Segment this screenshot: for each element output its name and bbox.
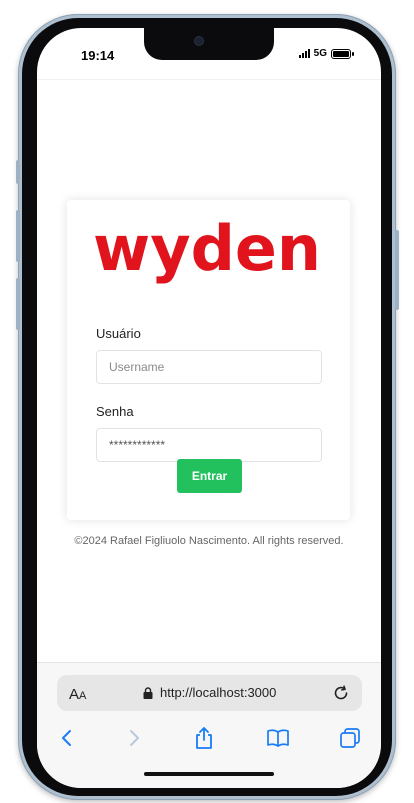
copyright-text: ©2024 Rafael Figliuolo Nascimento. All r… xyxy=(74,535,344,547)
phone-screen: 19:14 5G wyden Usuário Senha Entrar ©202… xyxy=(37,28,381,788)
logo-text: wyden xyxy=(93,222,321,285)
signal-icon xyxy=(298,49,310,58)
notch xyxy=(144,28,274,60)
password-label: Senha xyxy=(96,404,134,419)
status-indicators: 5G xyxy=(298,48,354,59)
status-divider xyxy=(37,79,381,80)
tabs-button[interactable] xyxy=(335,723,365,753)
login-card: wyden Usuário Senha Entrar xyxy=(67,200,350,520)
bookmarks-button[interactable] xyxy=(263,723,293,753)
username-label: Usuário xyxy=(96,326,141,341)
home-indicator xyxy=(144,772,274,776)
back-icon xyxy=(62,730,71,746)
lock-icon xyxy=(143,687,153,699)
browser-nav-row xyxy=(37,723,381,753)
status-time: 19:14 xyxy=(81,48,115,63)
browser-toolbar: AA http://localhost:3000 xyxy=(37,662,381,788)
bookmarks-icon xyxy=(267,729,289,747)
battery-icon xyxy=(331,48,354,59)
share-icon xyxy=(196,727,212,749)
wyden-logo: wyden xyxy=(93,222,321,285)
forward-button[interactable] xyxy=(119,723,149,753)
volume-down-button xyxy=(16,278,20,330)
forward-icon xyxy=(130,730,139,746)
reader-settings-button[interactable]: AA xyxy=(69,686,86,703)
url-text[interactable]: http://localhost:3000 xyxy=(160,685,276,700)
front-camera xyxy=(195,37,203,45)
address-bar[interactable]: AA http://localhost:3000 xyxy=(57,675,362,711)
password-input[interactable] xyxy=(96,428,322,462)
share-button[interactable] xyxy=(189,723,219,753)
power-button xyxy=(395,230,399,310)
silent-switch xyxy=(16,160,20,184)
username-input[interactable] xyxy=(96,350,322,384)
network-label: 5G xyxy=(313,48,327,59)
reload-icon[interactable] xyxy=(332,684,350,702)
volume-up-button xyxy=(16,210,20,262)
tabs-icon xyxy=(340,728,360,748)
login-button[interactable]: Entrar xyxy=(177,459,242,493)
back-button[interactable] xyxy=(52,723,82,753)
